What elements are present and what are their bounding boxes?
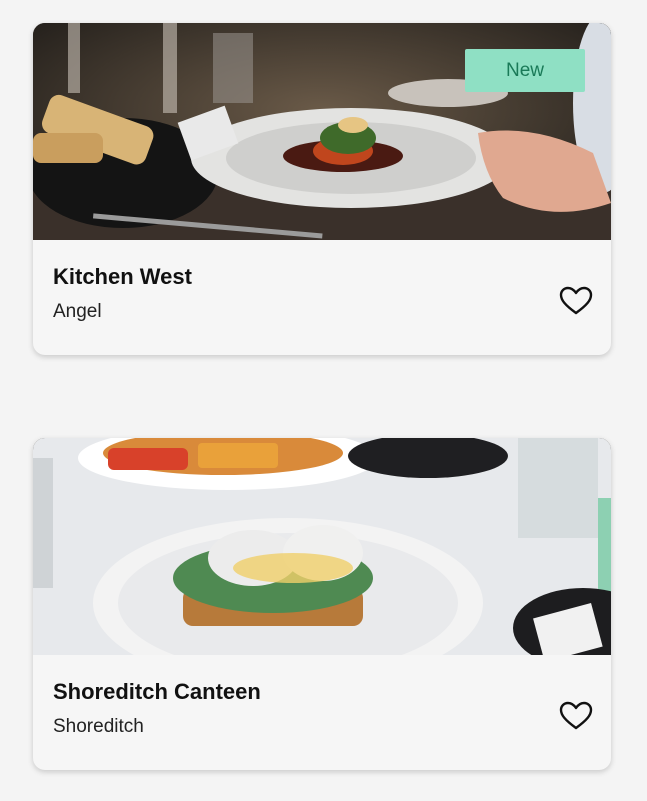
restaurant-name: Kitchen West (53, 264, 192, 289)
restaurant-photo: New (33, 23, 611, 240)
restaurant-area: Shoreditch (53, 716, 144, 737)
restaurant-info: Shoreditch Canteen Shoreditch (33, 655, 611, 770)
restaurant-name: Shoreditch Canteen (53, 679, 261, 704)
restaurant-card[interactable]: New Kitchen West Angel (33, 23, 611, 355)
restaurant-info: Kitchen West Angel (33, 240, 611, 355)
restaurant-card[interactable]: Shoreditch Canteen Shoreditch (33, 438, 611, 770)
heart-outline-icon[interactable] (559, 286, 593, 316)
heart-outline-icon[interactable] (559, 701, 593, 731)
new-badge: New (465, 49, 585, 92)
restaurant-area: Angel (53, 301, 102, 322)
restaurant-photo (33, 438, 611, 655)
